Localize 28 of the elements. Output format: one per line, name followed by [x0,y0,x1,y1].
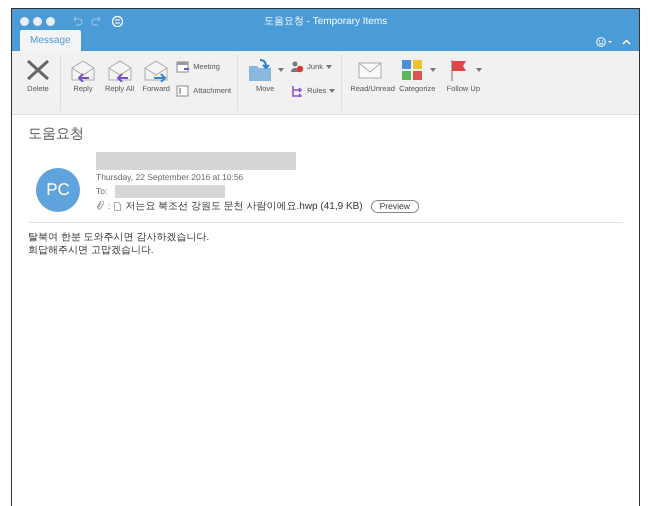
rules-icon [290,85,304,97]
message-subject: 도움요청 [28,124,85,143]
junk-icon [290,61,304,73]
message-date: Thursday, 22 September 2016 at 10:56 [96,171,244,184]
smiley-icon[interactable] [596,37,614,47]
sync-icon[interactable] [111,14,124,28]
body-text-line: 탈북여 한분 도와주시면 감사하겠습니다. [28,230,210,244]
delete-icon [24,58,52,82]
redo-icon[interactable] [91,16,103,26]
document-icon [114,202,122,211]
reply-all-icon [106,58,134,82]
attachment-link[interactable]: 저는요 북조선 강원도 문천 사람이에요.hwp (41,9 KB) [125,198,363,214]
forward-icon [142,58,170,82]
paperclip-icon [96,201,104,212]
preview-button[interactable]: Preview [370,200,419,213]
body-text-line: 회답해주시면 고맙겠습니다. [28,244,155,258]
zoom-window-button[interactable] [46,16,55,26]
attachment-icon [176,85,190,97]
reply-icon [69,58,97,82]
meeting-icon [176,61,190,73]
undo-icon[interactable] [71,16,83,26]
close-window-button[interactable] [20,16,29,26]
to-label: To: [96,184,108,198]
collapse-ribbon-icon[interactable] [622,39,631,45]
minimize-window-button[interactable] [33,16,42,26]
sender-avatar: PC [36,168,80,212]
attachment-label: : [108,200,110,213]
window-title: 도움요청 - Temporary Items [264,14,388,28]
